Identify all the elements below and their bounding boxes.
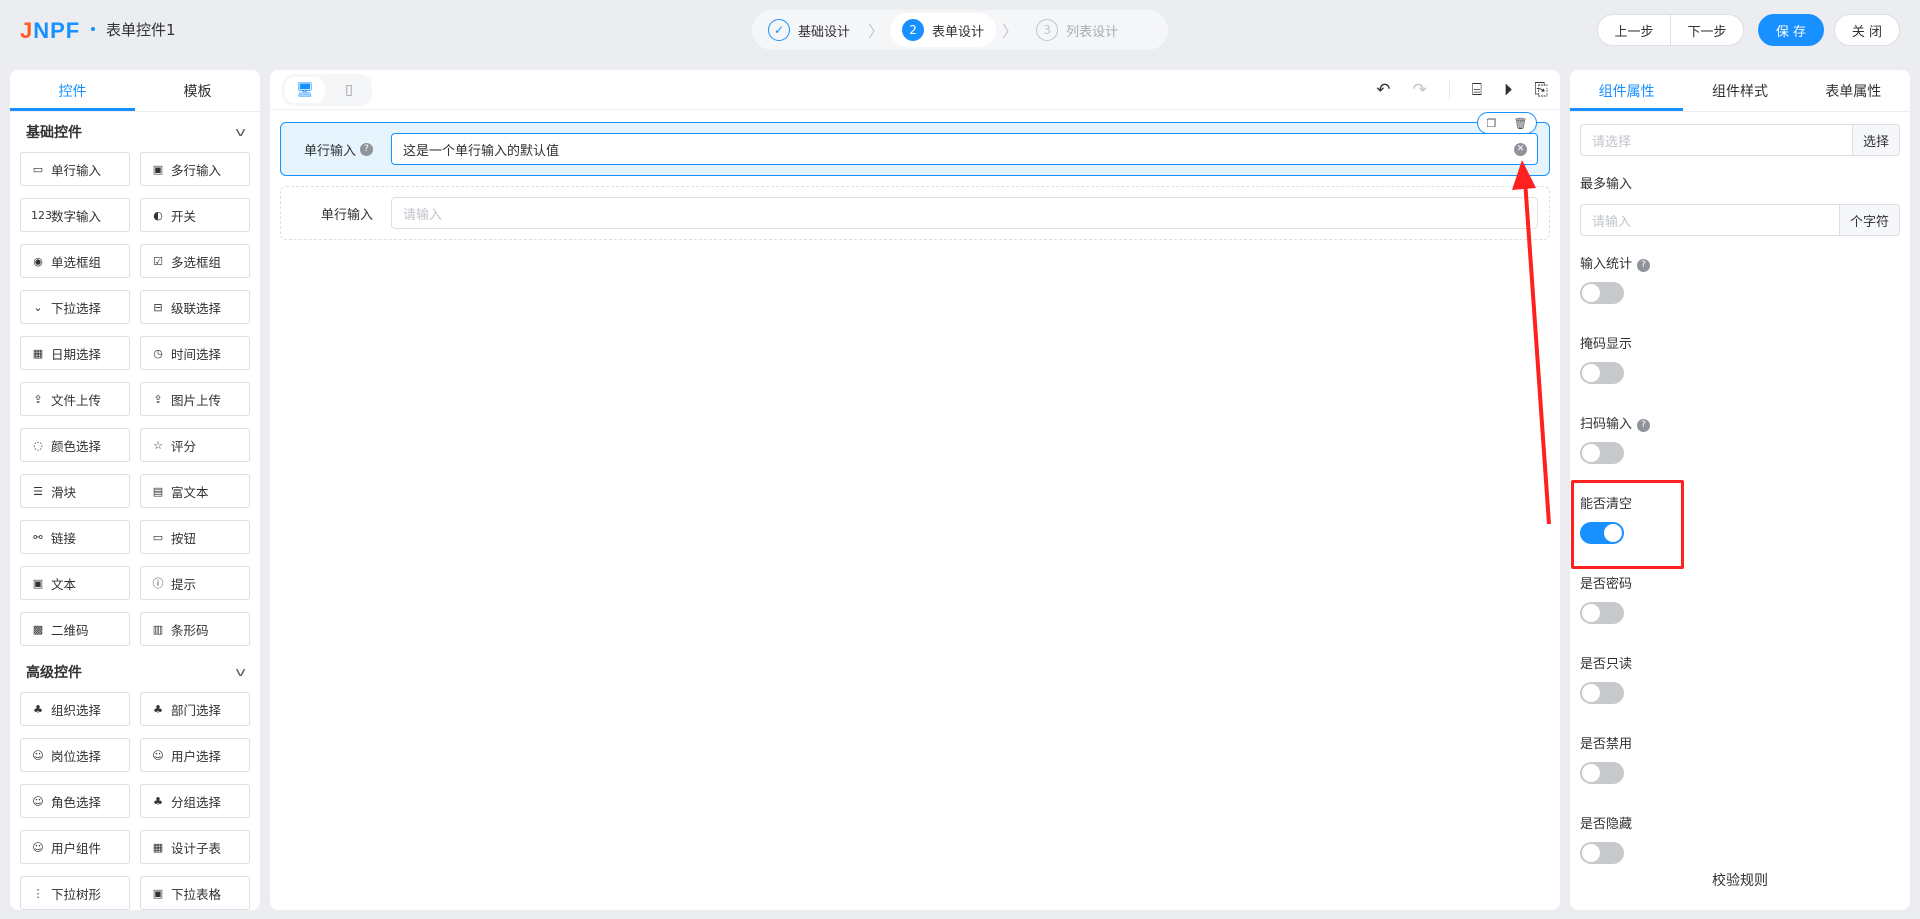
arrow-head [1512,160,1536,190]
annotation-arrow [1512,160,1551,525]
arrow-shaft [1523,179,1551,525]
